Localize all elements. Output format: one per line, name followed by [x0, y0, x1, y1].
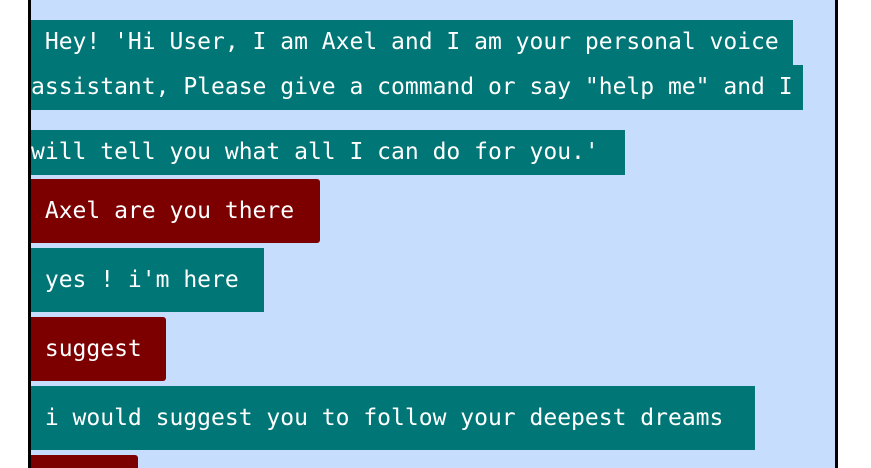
user-message-2: suggest: [31, 317, 166, 381]
bot-welcome-line-3: will tell you what all I can do for you.…: [31, 130, 625, 175]
user-message-1: Axel are you there: [31, 179, 320, 243]
bot-message-2: i would suggest you to follow your deepe…: [31, 386, 755, 450]
user-message-3: [31, 455, 138, 468]
bot-message-1: yes ! i'm here: [31, 248, 264, 312]
chat-panel: Hey! 'Hi User, I am Axel and I am your p…: [28, 0, 838, 468]
bot-welcome-line-2: assistant, Please give a command or say …: [31, 65, 803, 110]
bot-welcome-line-1: Hey! 'Hi User, I am Axel and I am your p…: [31, 20, 793, 65]
